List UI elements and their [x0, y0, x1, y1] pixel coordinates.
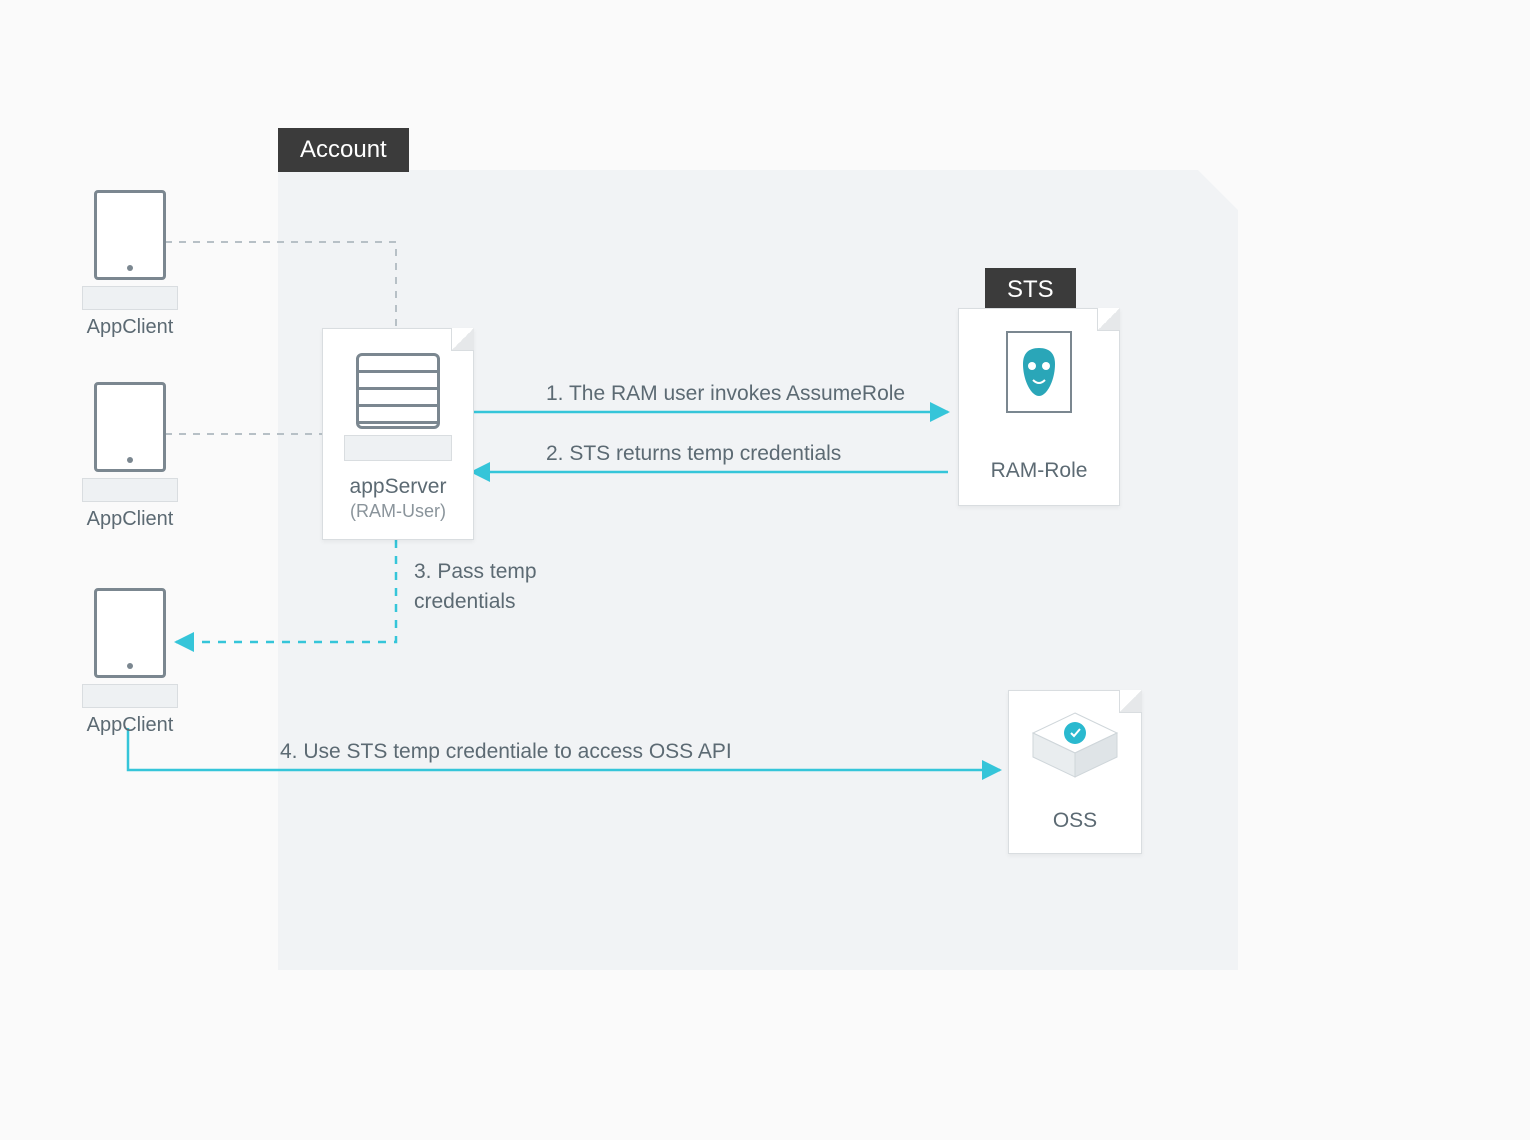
- flow-3-label-line1: 3. Pass temp: [414, 560, 537, 584]
- app-server-box: appServer (RAM-User): [322, 328, 474, 540]
- app-client-1: AppClient: [80, 190, 180, 339]
- app-client-2: AppClient: [80, 382, 180, 531]
- client-label: AppClient: [80, 316, 180, 339]
- tablet-icon: [94, 190, 166, 280]
- client-plate: [82, 684, 178, 708]
- oss-cube-icon: [1027, 709, 1123, 777]
- tablet-icon: [94, 588, 166, 678]
- tablet-icon: [94, 382, 166, 472]
- sts-tag: STS: [985, 268, 1076, 312]
- fold-corner-icon: [1097, 308, 1120, 331]
- fold-corner-icon: [451, 328, 474, 351]
- flow-2-label: 2. STS returns temp credentials: [546, 442, 841, 466]
- oss-box: OSS: [1008, 690, 1142, 854]
- mask-icon: [1006, 331, 1072, 413]
- client-label: AppClient: [80, 714, 180, 737]
- oss-title: OSS: [1009, 809, 1141, 833]
- client-label: AppClient: [80, 508, 180, 531]
- account-tag: Account: [278, 128, 409, 172]
- app-client-3: AppClient: [80, 588, 180, 737]
- flow-3-label-line2: credentials: [414, 590, 516, 614]
- ram-role-title: RAM-Role: [959, 459, 1119, 483]
- flow-4-label: 4. Use STS temp credentiale to access OS…: [280, 740, 732, 764]
- flow-1-label: 1. The RAM user invokes AssumeRole: [546, 382, 905, 406]
- diagram-stage: Account STS AppClient AppClient AppClien…: [0, 0, 1530, 1140]
- app-server-sub: (RAM-User): [323, 501, 473, 522]
- server-icon: [356, 353, 440, 429]
- client-plate: [82, 286, 178, 310]
- ram-role-box: RAM-Role: [958, 308, 1120, 506]
- server-plate: [344, 435, 452, 461]
- app-server-title: appServer: [323, 475, 473, 499]
- diagram-lines-layer: [0, 0, 1530, 1140]
- client-plate: [82, 478, 178, 502]
